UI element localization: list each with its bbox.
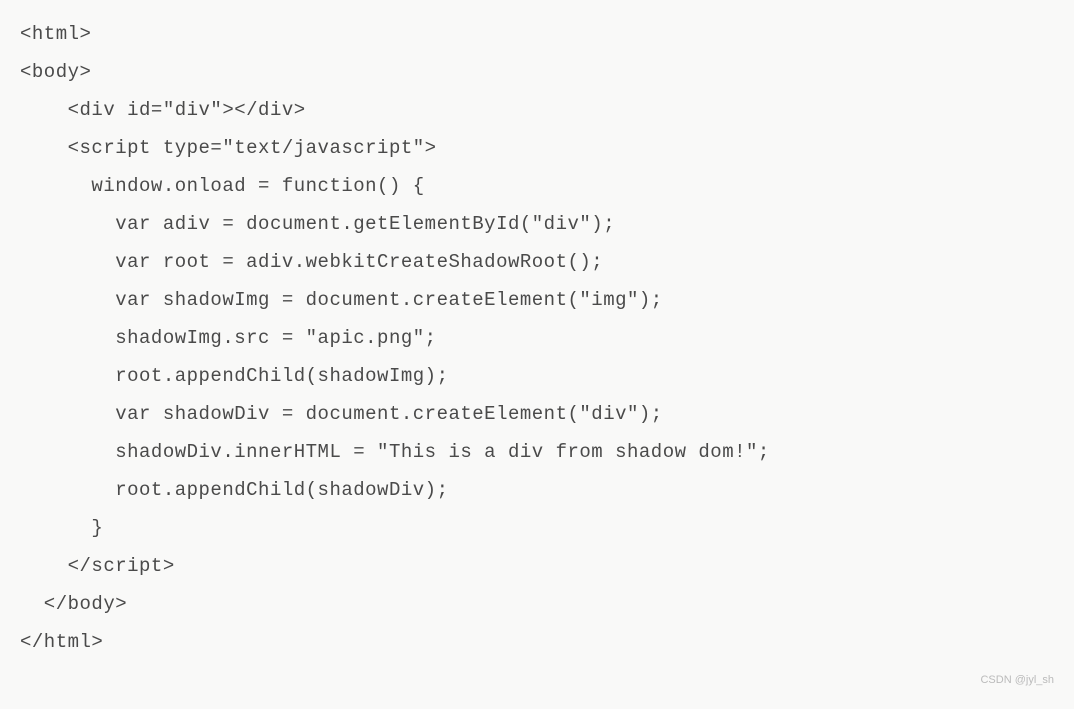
code-block: <html> <body> <div id="div"></div> <scri… — [20, 15, 1054, 661]
code-line: var adiv = document.getElementById("div"… — [20, 213, 615, 235]
code-line: root.appendChild(shadowImg); — [20, 365, 448, 387]
code-line: } — [20, 517, 103, 539]
code-line: <body> — [20, 61, 91, 83]
code-line: var shadowDiv = document.createElement("… — [20, 403, 663, 425]
code-line: <html> — [20, 23, 91, 45]
code-line: shadowImg.src = "apic.png"; — [20, 327, 437, 349]
code-line: window.onload = function() { — [20, 175, 425, 197]
watermark: CSDN @jyl_sh — [980, 669, 1054, 691]
code-line: shadowDiv.innerHTML = "This is a div fro… — [20, 441, 770, 463]
code-line: </script> — [20, 555, 175, 577]
code-line: root.appendChild(shadowDiv); — [20, 479, 448, 501]
code-line: <script type="text/javascript"> — [20, 137, 437, 159]
code-line: </html> — [20, 631, 103, 653]
code-line: </body> — [20, 593, 127, 615]
code-line: <div id="div"></div> — [20, 99, 306, 121]
code-line: var root = adiv.webkitCreateShadowRoot()… — [20, 251, 603, 273]
code-line: var shadowImg = document.createElement("… — [20, 289, 663, 311]
